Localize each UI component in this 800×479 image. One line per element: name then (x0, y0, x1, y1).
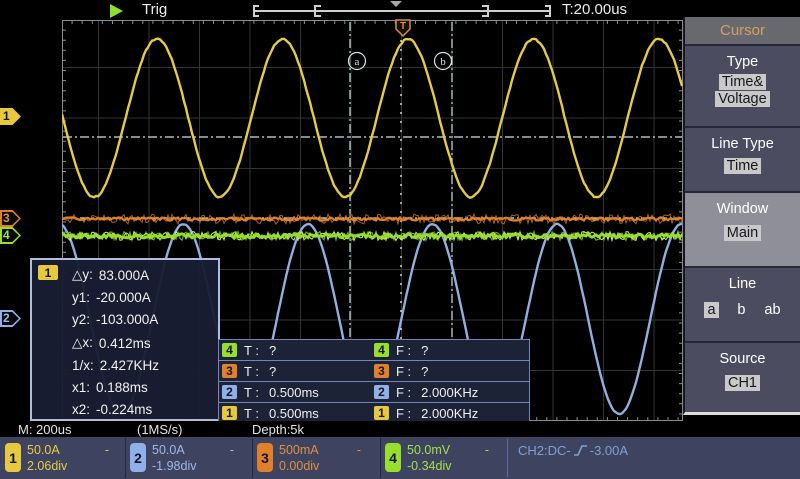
ch4-settings-box[interactable]: 4 50.0mV- -0.34div (381, 439, 503, 477)
trigger-time-readout: T:20.00us (562, 1, 627, 18)
line-option-a[interactable]: a (704, 302, 718, 318)
measure-cell: T :? (240, 360, 371, 381)
svg-text:a: a (355, 56, 360, 68)
menu-item-window[interactable]: Window Main (685, 193, 800, 268)
readout-row: x1:0.188ms (32, 376, 218, 398)
horizontal-position-indicator[interactable] (252, 4, 552, 18)
measure-cell: F :? (392, 360, 529, 381)
channel-3-badge: 3 (257, 443, 273, 472)
trig-status-label: Trig (142, 1, 167, 18)
channel-2-badge: 2 (130, 443, 146, 472)
ch2-settings-box[interactable]: 2 50.0A- -1.98div (126, 439, 248, 477)
readout-row: △y:83.000A (32, 260, 218, 286)
channel-3-badge: 3 (374, 364, 389, 378)
trigger-position-marker[interactable]: T (395, 19, 411, 37)
cursor-readout-box: 1 △y:83.000A y1:-20.000A y2:-103.000A △x… (30, 258, 220, 421)
ch1-level-marker[interactable]: 1 (0, 108, 21, 125)
channel-1-badge: 1 (222, 406, 237, 420)
menu-item-type[interactable]: Type Time& Voltage (685, 46, 800, 128)
channel-1-badge: 1 (38, 265, 58, 280)
svg-text:T: T (400, 21, 406, 32)
readout-row: x2:-0.224ms (32, 398, 218, 420)
ch3-settings-box[interactable]: 3 500mA- 0.00div (253, 439, 375, 477)
channel-status-row: 1 50.0A- 2.06div 2 50.0A- -1.98div 3 500… (0, 437, 800, 479)
trigger-position-pointer-icon[interactable] (390, 1, 402, 7)
measure-table: 4 T :? 4 F :? 3 T :? 3 F :? 2 T :0.500ms… (218, 339, 530, 424)
channel-3-badge: 3 (222, 364, 237, 378)
line-type-value: Time (724, 158, 762, 174)
svg-text:b: b (440, 56, 446, 68)
line-option-b[interactable]: b (737, 302, 745, 318)
line-option-ab[interactable]: ab (764, 302, 780, 318)
rising-edge-icon (573, 444, 588, 457)
timebase-readout: M: 200us (18, 422, 71, 437)
sample-rate-readout: (1MS/s) (137, 422, 183, 437)
cursor-menu: Cursor Type Time& Voltage Line Type Time… (683, 17, 800, 415)
window-value: Main (724, 225, 761, 241)
channel-1-badge: 1 (5, 443, 21, 472)
channel-4-badge: 4 (222, 343, 237, 357)
cursor-a-label: a (349, 53, 366, 70)
ch4-level-marker[interactable]: 4 (0, 227, 21, 244)
menu-item-source[interactable]: Source CH1 (685, 343, 800, 413)
status-bar: M: 200us (1MS/s) Depth:5k (0, 421, 800, 437)
measure-cell: T :0.500ms (240, 381, 371, 402)
channel-2-badge: 2 (222, 385, 237, 399)
depth-readout: Depth:5k (252, 422, 304, 437)
readout-row: △x:0.412ms (32, 332, 218, 354)
measure-cell: T :? (240, 340, 371, 360)
menu-item-line-type[interactable]: Line Type Time (685, 128, 800, 193)
channel-4-badge: 4 (374, 343, 389, 357)
type-value: Time& (719, 74, 766, 90)
ch2-level-marker[interactable]: 2 (0, 310, 21, 327)
run-play-icon (110, 4, 123, 18)
measure-cell: F :2.000KHz (392, 402, 529, 423)
menu-item-line[interactable]: Line a b ab (685, 268, 800, 343)
menu-title: Cursor (685, 17, 800, 46)
measure-cell: T :0.500ms (240, 402, 371, 423)
readout-row: y1:-20.000A (32, 286, 218, 308)
measure-cell: F :? (392, 340, 529, 360)
trigger-source-readout: CH2:DC- -3.00A (518, 443, 628, 458)
readout-row: 1/x:2.427KHz (32, 354, 218, 376)
cursor-b-label: b (435, 53, 452, 70)
channel-4-badge: 4 (385, 443, 401, 472)
channel-2-badge: 2 (374, 385, 389, 399)
measure-cell: F :2.000KHz (392, 381, 529, 402)
oscilloscope-screen: Trig T:20.00us a b T 1 3 4 2 1 △y:83.000… (0, 0, 800, 479)
source-value: CH1 (725, 375, 760, 391)
ch1-settings-box[interactable]: 1 50.0A- 2.06div (1, 439, 123, 477)
ch3-level-marker[interactable]: 3 (0, 210, 21, 227)
channel-1-badge: 1 (374, 406, 389, 420)
readout-row: y2:-103.000A (32, 308, 218, 330)
